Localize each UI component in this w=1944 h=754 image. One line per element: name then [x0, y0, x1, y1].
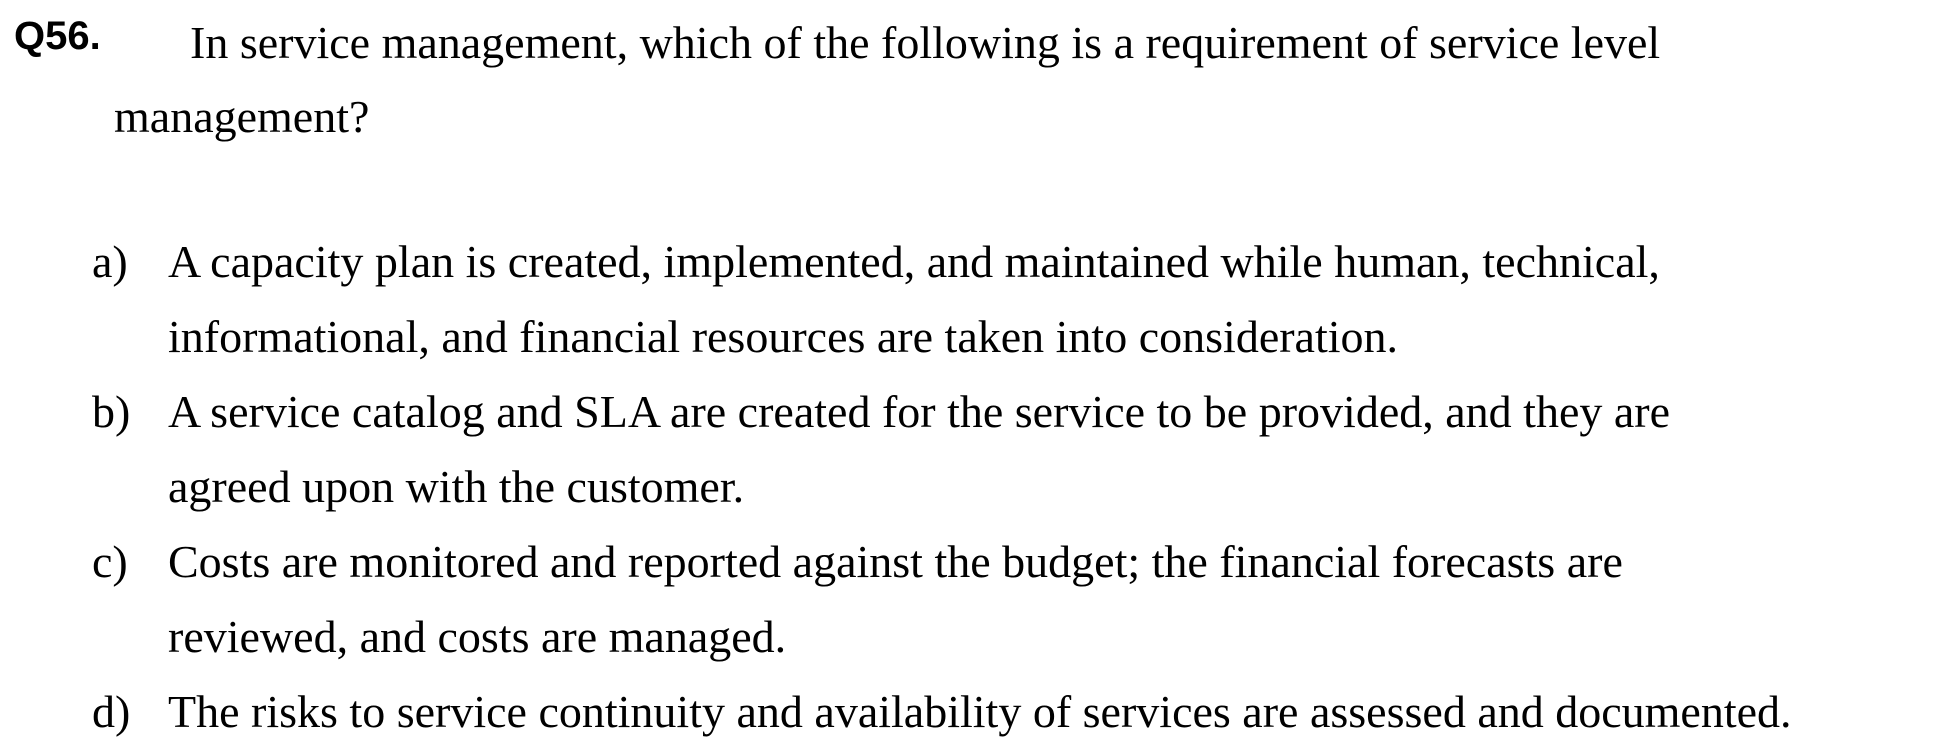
option-letter: b): [92, 386, 131, 437]
option-text-line-1: A service catalog and SLA are created fo…: [168, 386, 1671, 437]
option-text-line-2: reviewed, and costs are managed.: [168, 611, 787, 662]
option-letter: c): [92, 536, 128, 587]
question-number: Q56.: [14, 14, 101, 58]
option-letter: a): [92, 236, 128, 287]
question-stem-line-1: In service management, which of the foll…: [190, 17, 1661, 68]
option-text-line-1: The risks to service continuity and avai…: [168, 686, 1792, 737]
option-d: d) The risks to service continuity and a…: [92, 674, 1942, 749]
option-text-line-2: agreed upon with the customer.: [168, 461, 745, 512]
answer-options: a) A capacity plan is created, implement…: [92, 224, 1942, 749]
option-text-line-1: A capacity plan is created, implemented,…: [168, 236, 1660, 287]
question-stem: In service management, which of the foll…: [114, 6, 1834, 154]
question-stem-line-2: management?: [114, 91, 370, 142]
option-c: c) Costs are monitored and reported agai…: [92, 524, 1942, 674]
option-a: a) A capacity plan is created, implement…: [92, 224, 1942, 374]
question-page: Q56. In service management, which of the…: [0, 0, 1944, 754]
option-text-line-1: Costs are monitored and reported against…: [168, 536, 1623, 587]
option-b: b) A service catalog and SLA are created…: [92, 374, 1942, 524]
option-text-line-2: informational, and financial resources a…: [168, 311, 1399, 362]
option-letter: d): [92, 686, 131, 737]
